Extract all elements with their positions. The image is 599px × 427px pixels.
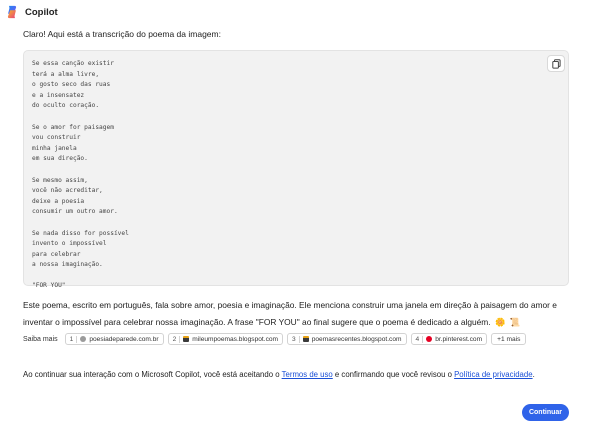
response-paragraph: Este poema, escrito em português, fala s… — [23, 297, 583, 331]
poem-line: Se mesmo assim, — [32, 176, 88, 184]
poem-line: deixe a poesia — [32, 197, 85, 205]
poem-line: em sua direção. — [32, 155, 88, 163]
continue-button[interactable]: Continuar — [522, 404, 569, 421]
privacy-policy-link[interactable]: Política de privacidade — [454, 370, 532, 379]
consent-notice: Ao continuar sua interação com o Microso… — [23, 370, 535, 379]
scroll-emoji-icon: 📜 — [509, 317, 521, 328]
consent-suffix: . — [532, 370, 535, 379]
poem-line: Se nada disso for possível — [32, 229, 129, 237]
source-number: 4 — [416, 335, 424, 343]
poem-text: Se essa canção existir terá a alma livre… — [32, 59, 129, 303]
poem-line: do oculto coração. — [32, 102, 100, 110]
source-number: 1 — [70, 335, 78, 343]
copy-icon — [551, 58, 561, 69]
copilot-logo-icon — [7, 5, 17, 19]
poem-line: a nossa imaginação. — [32, 261, 103, 269]
more-sources-label: +1 mais — [497, 335, 521, 343]
poem-line: minha janela — [32, 144, 77, 152]
response-intro: Claro! Aqui está a transcrição do poema … — [23, 29, 221, 39]
poem-line: terá a alma livre, — [32, 70, 100, 78]
poem-stanza: Se o amor for paisagem vou construir min… — [32, 123, 129, 165]
terms-of-use-link[interactable]: Termos de uso — [282, 370, 333, 379]
source-number: 2 — [173, 335, 181, 343]
poem-line: invento o impossível — [32, 240, 107, 248]
globe-icon — [80, 336, 87, 342]
source-domain: poesiadeparede.com.br — [89, 335, 159, 343]
consent-middle: e confirmando que você revisou o — [332, 370, 455, 379]
source-chip[interactable]: 3 poemasrecentes.blogspot.com — [287, 333, 407, 345]
source-domain: mileumpoemas.blogspot.com — [192, 335, 279, 343]
poem-stanza: Se mesmo assim, você não acreditar, deix… — [32, 176, 129, 218]
paragraph-text: Este poema, escrito em português, fala s… — [23, 300, 557, 327]
source-chip[interactable]: 1 poesiadeparede.com.br — [64, 333, 164, 345]
flower-emoji-icon: 🌼 — [494, 317, 506, 328]
source-chip[interactable]: 2 mileumpoemas.blogspot.com — [167, 333, 284, 345]
blogspot-favicon-icon — [302, 336, 309, 342]
source-domain: br.pinterest.com — [435, 335, 483, 343]
poem-stanza: Se essa canção existir terá a alma livre… — [32, 59, 129, 112]
copy-button[interactable] — [547, 55, 565, 72]
poem-code-block: Se essa canção existir terá a alma livre… — [23, 50, 569, 289]
blogspot-favicon-icon — [183, 336, 190, 342]
source-number: 3 — [292, 335, 300, 343]
poem-line: vou construir — [32, 134, 81, 142]
poem-line: Se essa canção existir — [32, 60, 114, 67]
poem-line: Se o amor for paisagem — [32, 123, 114, 131]
app-title: Copilot — [25, 6, 58, 18]
sources-label: Saiba mais — [23, 335, 58, 343]
poem-line: consumir um outro amor. — [32, 208, 118, 216]
poem-line: "FOR YOU" — [32, 282, 66, 290]
poem-line: você não acreditar, — [32, 187, 103, 195]
poem-line: o gosto seco das ruas — [32, 81, 111, 89]
consent-prefix: Ao continuar sua interação com o Microso… — [23, 370, 282, 379]
source-domain: poemasrecentes.blogspot.com — [311, 335, 402, 343]
app-header: Copilot — [5, 4, 58, 20]
sources-row: Saiba mais 1 poesiadeparede.com.br 2 mil… — [23, 333, 527, 345]
poem-stanza: Se nada disso for possível invento o imp… — [32, 229, 129, 271]
poem-stanza: "FOR YOU" — [32, 281, 129, 292]
pinterest-icon — [426, 336, 433, 342]
source-chip[interactable]: 4 br.pinterest.com — [410, 333, 488, 345]
more-sources-button[interactable]: +1 mais — [491, 333, 527, 345]
poem-line: e a insensatez — [32, 91, 85, 99]
poem-line: para celebrar — [32, 250, 81, 258]
